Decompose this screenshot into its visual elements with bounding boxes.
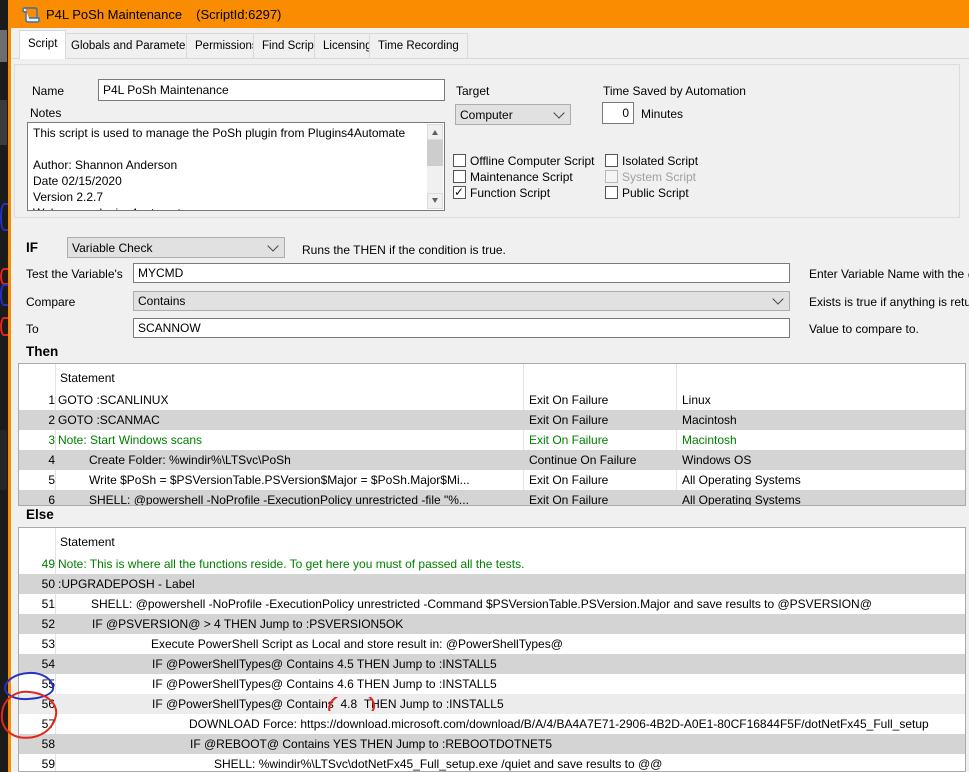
target-label: Target xyxy=(456,84,489,98)
public-script-label: Public Script xyxy=(622,186,689,200)
test-variable-hint: Enter Variable Name with the @ s xyxy=(809,267,969,281)
to-label: To xyxy=(26,322,39,336)
chevron-down-icon xyxy=(267,240,278,251)
table-row[interactable]: 4 Create Folder: %windir%\LTSvc\PoSh Con… xyxy=(19,450,965,470)
table-row[interactable]: 49 Note: This is where all the functions… xyxy=(19,554,965,574)
notes-line: Version 2.2.7 xyxy=(33,189,424,205)
if-label: IF xyxy=(26,240,38,255)
circled-value: 4.8 xyxy=(340,697,357,711)
maintenance-script-label: Maintenance Script xyxy=(470,170,573,184)
notes-line xyxy=(33,141,424,157)
script-editor-window: P4L PoSh Maintenance(ScriptId:6297) Scri… xyxy=(0,0,969,772)
scroll-up-icon[interactable] xyxy=(427,124,443,140)
pen-scribble-blue xyxy=(0,203,8,231)
table-row[interactable]: 55 IF @PowerShellTypes@ Contains 4.6 THE… xyxy=(19,674,965,694)
compare-hint: Exists is true if anything is returne xyxy=(809,295,969,309)
then-steps-table: Statement 1 GOTO :SCANLINUX Exit On Fail… xyxy=(18,363,966,506)
scroll-down-icon[interactable] xyxy=(427,193,443,209)
tab-strip: Script Globals and Parameters Permission… xyxy=(11,28,969,59)
maintenance-script-checkbox[interactable] xyxy=(453,170,466,183)
to-input[interactable]: SCANNOW xyxy=(133,318,790,338)
else-label: Else xyxy=(26,507,54,522)
offline-computer-script-label: Offline Computer Script xyxy=(470,154,595,168)
isolated-script-checkbox[interactable] xyxy=(605,154,618,167)
desktop-edge-patch xyxy=(0,30,7,62)
script-scroll-icon xyxy=(21,4,41,24)
name-input[interactable]: P4L PoSh Maintenance xyxy=(98,79,445,101)
scrollbar-thumb[interactable] xyxy=(427,140,443,166)
pen-scribble-red xyxy=(0,317,8,336)
offline-computer-script-checkbox[interactable] xyxy=(453,154,466,167)
public-script-checkbox[interactable] xyxy=(605,186,618,199)
time-saved-input[interactable]: 0 xyxy=(602,102,634,124)
table-row[interactable]: 1 GOTO :SCANLINUX Exit On Failure Linux xyxy=(19,390,965,410)
table-row[interactable]: 3 Note: Start Windows scans Exit On Fail… xyxy=(19,430,965,450)
notes-scrollbar[interactable] xyxy=(427,124,443,209)
notes-line: This script is used to manage the PoSh p… xyxy=(33,125,424,141)
time-saved-label: Time Saved by Automation xyxy=(603,84,746,98)
table-row[interactable]: 58 IF @REBOOT@ Contains YES THEN Jump to… xyxy=(19,734,965,754)
title-bar[interactable]: P4L PoSh Maintenance(ScriptId:6297) xyxy=(8,0,969,28)
table-row[interactable]: 56 IF @PowerShellTypes@ Contains 4.8 THE… xyxy=(19,694,965,714)
chevron-down-icon xyxy=(772,293,783,304)
name-label: Name xyxy=(32,84,64,98)
then-label: Then xyxy=(26,344,58,359)
notes-line: Date 02/15/2020 xyxy=(33,173,424,189)
tab-time-recording[interactable]: Time Recording xyxy=(369,33,468,58)
chevron-down-icon xyxy=(553,107,564,118)
pen-scribble-blue xyxy=(0,284,8,306)
test-variable-label: Test the Variable's xyxy=(26,267,123,281)
test-variable-input[interactable]: MYCMD xyxy=(133,263,790,283)
desktop-edge-patch xyxy=(0,100,7,145)
table-row[interactable]: 52 IF @PSVERSION@ > 4 THEN Jump to :PSVE… xyxy=(19,614,965,634)
notes-line: Author: Shannon Anderson xyxy=(33,157,424,173)
table-row[interactable]: 54 IF @PowerShellTypes@ Contains 4.5 THE… xyxy=(19,654,965,674)
table-row[interactable]: 50 :UPGRADEPOSH - Label xyxy=(19,574,965,594)
else-table-header: Statement xyxy=(19,528,965,554)
function-script-checkbox[interactable] xyxy=(453,186,466,199)
table-row[interactable]: 53 Execute PowerShell Script as Local an… xyxy=(19,634,965,654)
table-row[interactable]: 59 SHELL: %windir%\LTSvc\dotNetFx45_Full… xyxy=(19,754,965,772)
window-left-border xyxy=(8,0,11,772)
table-row[interactable]: 6 SHELL: @powershell -NoProfile -Executi… xyxy=(19,490,965,506)
table-row[interactable]: 57 DOWNLOAD Force: https://download.micr… xyxy=(19,714,965,734)
table-row[interactable]: 2 GOTO :SCANMAC Exit On Failure Macintos… xyxy=(19,410,965,430)
else-steps-table: Statement 49 Note: This is where all the… xyxy=(18,527,966,772)
to-hint: Value to compare to. xyxy=(809,322,919,336)
notes-line: Web: www.plugins4automate.com xyxy=(33,205,424,211)
isolated-script-label: Isolated Script xyxy=(622,154,698,168)
system-script-checkbox xyxy=(605,170,618,183)
minutes-label: Minutes xyxy=(641,107,683,121)
compare-dropdown[interactable]: Contains xyxy=(133,291,790,311)
system-script-label: System Script xyxy=(622,170,696,184)
desktop-edge-patch xyxy=(0,430,7,490)
function-script-label: Function Script xyxy=(470,186,550,200)
target-dropdown[interactable]: Computer xyxy=(455,104,571,125)
if-hint: Runs the THEN if the condition is true. xyxy=(302,243,506,257)
pen-scribble-red xyxy=(0,268,8,285)
tab-script[interactable]: Script xyxy=(19,30,66,59)
notes-label: Notes xyxy=(30,106,61,120)
notes-textarea[interactable]: This script is used to manage the PoSh p… xyxy=(27,122,445,211)
script-id: (ScriptId:6297) xyxy=(196,7,281,22)
if-condition-dropdown[interactable]: Variable Check xyxy=(67,237,285,258)
then-table-header: Statement xyxy=(19,364,965,390)
tab-globals-and-parameters[interactable]: Globals and Parameters xyxy=(62,33,204,58)
table-row[interactable]: 51 SHELL: @powershell -NoProfile -Execut… xyxy=(19,594,965,614)
window-title: P4L PoSh Maintenance(ScriptId:6297) xyxy=(46,7,281,22)
compare-label: Compare xyxy=(26,295,75,309)
table-row[interactable]: 5 Write $PoSh = $PSVersionTable.PSVersio… xyxy=(19,470,965,490)
